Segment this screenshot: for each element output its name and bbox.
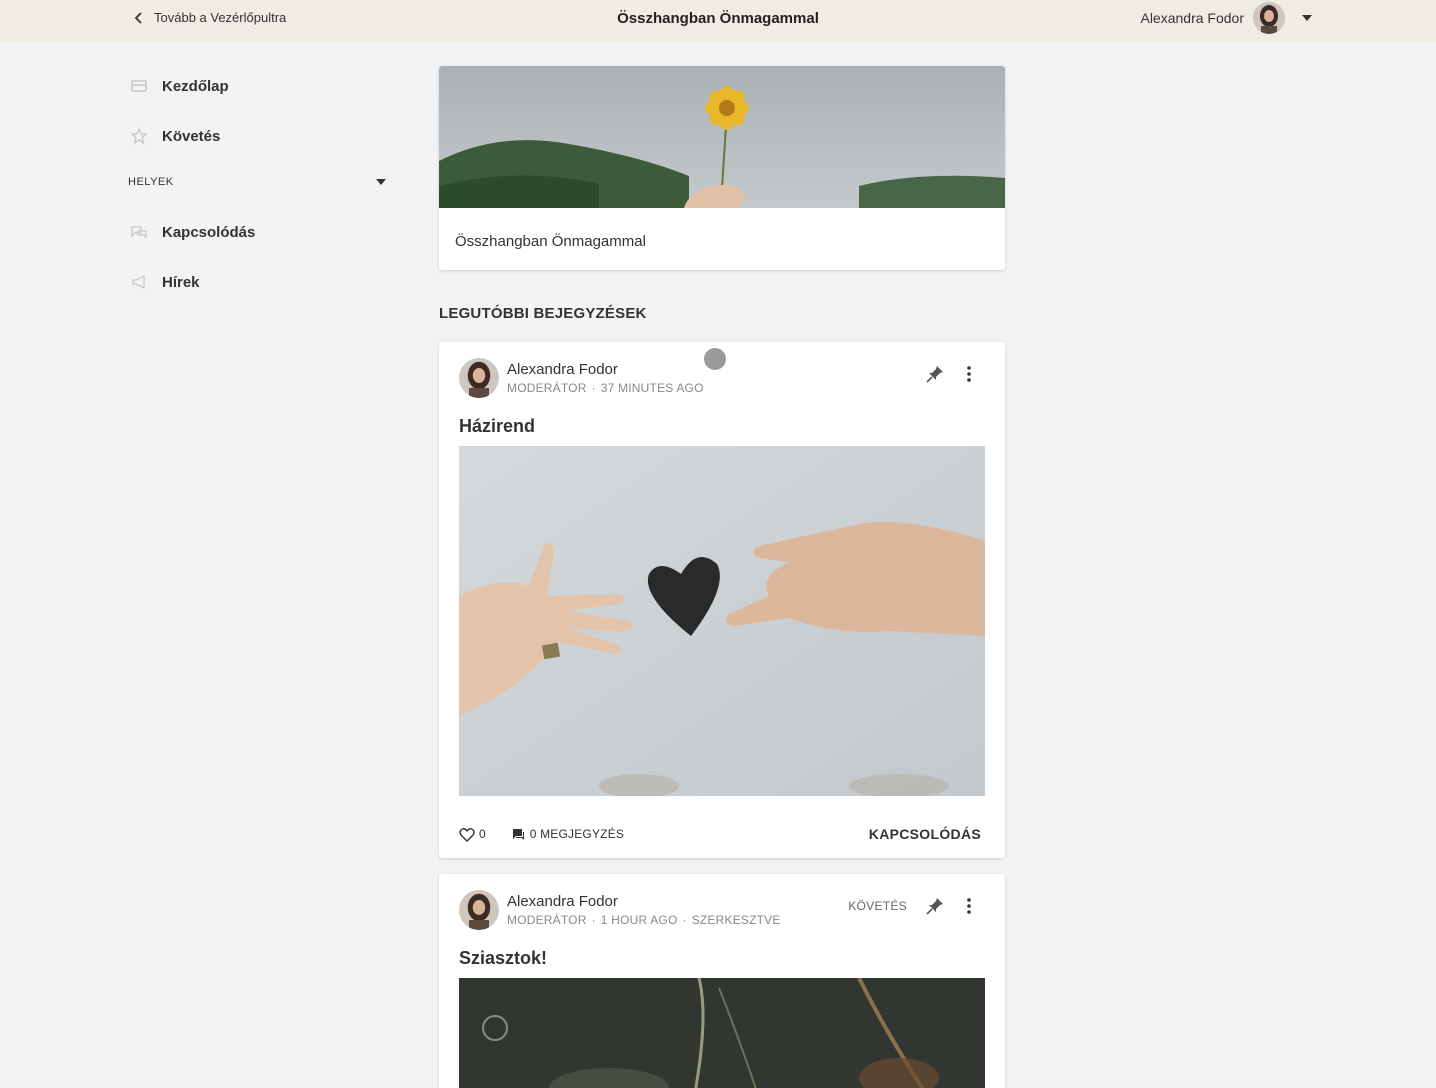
places-section-toggle[interactable]: HELYEK — [128, 172, 388, 192]
post-card: Alexandra Fodor MODERÁTOR · 37 MINUTES AGO… — [439, 342, 1005, 858]
sidebar-item-home[interactable]: Kezdőlap — [128, 66, 388, 106]
avatar — [1253, 2, 1285, 34]
space-header-card: Összhangban Önmagammal — [439, 66, 1005, 270]
post-title[interactable]: Sziasztok! — [459, 948, 547, 969]
more-options-icon[interactable] — [959, 364, 979, 384]
post-author[interactable]: Alexandra Fodor — [507, 361, 704, 379]
places-section-label: HELYEK — [128, 176, 174, 188]
comment-icon — [512, 829, 524, 840]
sidebar: Kezdőlap Követés HELYEK Kapcsolódás Híre… — [128, 66, 388, 312]
post-title[interactable]: Házirend — [459, 416, 535, 437]
follow-post-button[interactable]: KÖVETÉS — [848, 899, 907, 913]
star-icon — [130, 127, 148, 145]
post-actions: KÖVETÉS — [848, 896, 979, 916]
more-options-icon[interactable] — [959, 896, 979, 916]
like-button[interactable]: 0 — [459, 827, 486, 842]
author-role: MODERÁTOR — [507, 381, 587, 395]
post-author[interactable]: Alexandra Fodor — [507, 893, 781, 911]
sidebar-item-following[interactable]: Követés — [128, 116, 388, 156]
back-to-dashboard-link[interactable]: Tovább a Vezérlőpultra — [132, 10, 286, 25]
sidebar-item-label: Követés — [162, 127, 221, 145]
post-time: 37 MINUTES AGO — [600, 381, 704, 395]
post-image[interactable] — [459, 978, 985, 1088]
pin-icon[interactable] — [925, 364, 945, 384]
space-name: Összhangban Önmagammal — [455, 233, 646, 250]
post-meta: MODERÁTOR · 37 MINUTES AGO — [507, 381, 704, 395]
post-space-link[interactable]: KAPCSOLÓDÁS — [869, 826, 981, 842]
caret-down-icon — [1302, 15, 1312, 21]
recent-posts-heading: LEGUTÓBBI BEJEGYZÉSEK — [439, 305, 647, 322]
sidebar-item-label: Hírek — [162, 273, 200, 291]
like-count: 0 — [479, 827, 486, 841]
post-header: Alexandra Fodor MODERÁTOR · 1 HOUR AGO · SZE… — [459, 890, 781, 930]
comments-button[interactable]: 0 MEGJEGYZÉS — [512, 827, 624, 841]
back-link-label: Tovább a Vezérlőpultra — [154, 10, 287, 25]
post-actions — [925, 364, 979, 384]
comment-count: 0 MEGJEGYZÉS — [529, 827, 625, 841]
pin-icon[interactable] — [925, 896, 945, 916]
space-cover-image — [439, 66, 1005, 208]
user-menu[interactable]: Alexandra Fodor — [1140, 2, 1312, 34]
post-time: 1 HOUR AGO — [600, 913, 678, 927]
separator-dot: · — [682, 913, 687, 927]
chevron-left-icon — [134, 11, 142, 24]
caret-down-icon — [376, 179, 386, 185]
sidebar-item-label: Kapcsolódás — [162, 223, 256, 241]
edited-label: SZERKESZTVE — [691, 913, 781, 927]
author-role: MODERÁTOR — [507, 913, 587, 927]
home-icon — [131, 80, 147, 92]
top-bar: Tovább a Vezérlőpultra Összhangban Önmag… — [0, 0, 1436, 42]
sidebar-item-label: Kezdőlap — [162, 77, 229, 95]
separator-dot: · — [591, 913, 596, 927]
post-card: Alexandra Fodor MODERÁTOR · 1 HOUR AGO · SZE… — [439, 874, 1005, 1088]
post-meta: MODERÁTOR · 1 HOUR AGO · SZERKESZTVE — [507, 913, 781, 927]
avatar[interactable] — [459, 890, 499, 930]
sidebar-item-news[interactable]: Hírek — [128, 262, 388, 302]
sidebar-item-connection[interactable]: Kapcsolódás — [128, 212, 388, 252]
avatar[interactable] — [459, 358, 499, 398]
post-header: Alexandra Fodor MODERÁTOR · 37 MINUTES AGO — [459, 358, 704, 398]
separator-dot: · — [591, 381, 596, 395]
cursor-indicator — [704, 348, 726, 370]
chat-bubbles-icon — [131, 226, 147, 239]
megaphone-icon — [132, 274, 145, 290]
post-image[interactable] — [459, 446, 985, 796]
heart-icon — [459, 827, 475, 842]
post-footer: 0 0 MEGJEGYZÉS KAPCSOLÓDÁS — [459, 826, 981, 842]
user-name: Alexandra Fodor — [1140, 10, 1244, 26]
